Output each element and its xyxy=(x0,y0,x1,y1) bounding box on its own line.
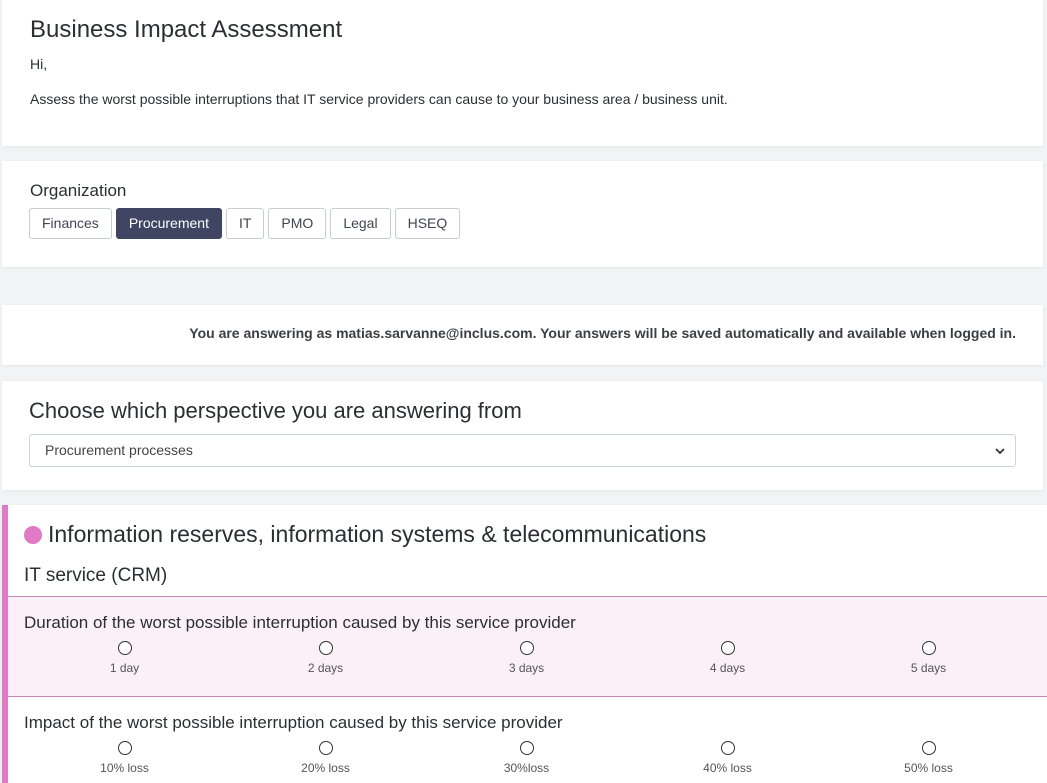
header-card: Business Impact Assessment Hi, Assess th… xyxy=(2,0,1043,146)
greeting-text: Hi, xyxy=(30,56,48,72)
radio-button[interactable] xyxy=(519,641,534,655)
radio-group-duration: 1 day 2 days 3 days 4 days 5 days xyxy=(24,641,1029,675)
question-title: Impact of the worst possible interruptio… xyxy=(24,713,563,732)
radio-option[interactable]: 4 days xyxy=(627,641,828,675)
radio-label: 1 day xyxy=(109,661,140,675)
intro-text: Assess the worst possible interruptions … xyxy=(30,91,728,107)
org-tab-hseq[interactable]: HSEQ xyxy=(394,208,461,239)
radio-label: 5 days xyxy=(910,661,947,675)
autosave-notice: You are answering as matias.sarvanne@inc… xyxy=(189,325,1016,341)
radio-option[interactable]: 3 days xyxy=(426,641,627,675)
perspective-card: Choose which perspective you are answeri… xyxy=(2,381,1043,490)
service-title: IT service (CRM) xyxy=(24,565,168,586)
perspective-selected-value: Procurement processes xyxy=(45,442,193,458)
radio-option[interactable]: 2 days xyxy=(225,641,426,675)
organization-card: Organization Finances Procurement IT PMO… xyxy=(2,161,1043,267)
radio-button[interactable] xyxy=(318,641,333,655)
radio-option[interactable]: 10% loss xyxy=(24,741,225,775)
perspective-select[interactable]: Procurement processes xyxy=(29,434,1016,467)
category-card: Information reserves, information system… xyxy=(2,505,1047,783)
radio-option[interactable]: 5 days xyxy=(828,641,1029,675)
radio-option[interactable]: 40% loss xyxy=(627,741,828,775)
radio-group-impact: 10% loss 20% loss 30%loss 40% loss 50% l… xyxy=(24,741,1029,775)
radio-label: 3 days xyxy=(508,661,545,675)
radio-button[interactable] xyxy=(720,741,735,755)
organization-tabs: Finances Procurement IT PMO Legal HSEQ xyxy=(29,208,461,239)
question-duration: Duration of the worst possible interrupt… xyxy=(8,596,1047,697)
radio-button[interactable] xyxy=(318,741,333,755)
radio-label: 30%loss xyxy=(503,761,550,775)
category-color-dot xyxy=(24,526,42,544)
radio-label: 40% loss xyxy=(703,761,752,775)
org-tab-legal[interactable]: Legal xyxy=(330,208,391,239)
radio-button[interactable] xyxy=(117,641,132,655)
radio-option[interactable]: 20% loss xyxy=(225,741,426,775)
radio-label: 20% loss xyxy=(301,761,350,775)
category-title: Information reserves, information system… xyxy=(48,521,707,547)
radio-option[interactable]: 50% loss xyxy=(828,741,1029,775)
notice-card: You are answering as matias.sarvanne@inc… xyxy=(2,305,1043,365)
radio-label: 10% loss xyxy=(100,761,149,775)
question-title: Duration of the worst possible interrupt… xyxy=(24,613,576,632)
radio-button[interactable] xyxy=(921,741,936,755)
org-tab-finances[interactable]: Finances xyxy=(29,208,112,239)
chevron-down-icon xyxy=(995,448,1005,455)
radio-option[interactable]: 30%loss xyxy=(426,741,627,775)
radio-button[interactable] xyxy=(117,741,132,755)
radio-label: 4 days xyxy=(709,661,746,675)
question-impact: Impact of the worst possible interruptio… xyxy=(8,697,1047,783)
org-tab-it[interactable]: IT xyxy=(225,208,265,239)
organization-label: Organization xyxy=(30,181,127,200)
org-tab-pmo[interactable]: PMO xyxy=(268,208,327,239)
radio-label: 2 days xyxy=(307,661,344,675)
radio-button[interactable] xyxy=(921,641,936,655)
radio-option[interactable]: 1 day xyxy=(24,641,225,675)
radio-button[interactable] xyxy=(720,641,735,655)
org-tab-procurement[interactable]: Procurement xyxy=(115,208,222,239)
radio-label: 50% loss xyxy=(904,761,953,775)
radio-button[interactable] xyxy=(519,741,534,755)
page-title: Business Impact Assessment xyxy=(30,16,343,43)
perspective-title: Choose which perspective you are answeri… xyxy=(29,398,522,423)
